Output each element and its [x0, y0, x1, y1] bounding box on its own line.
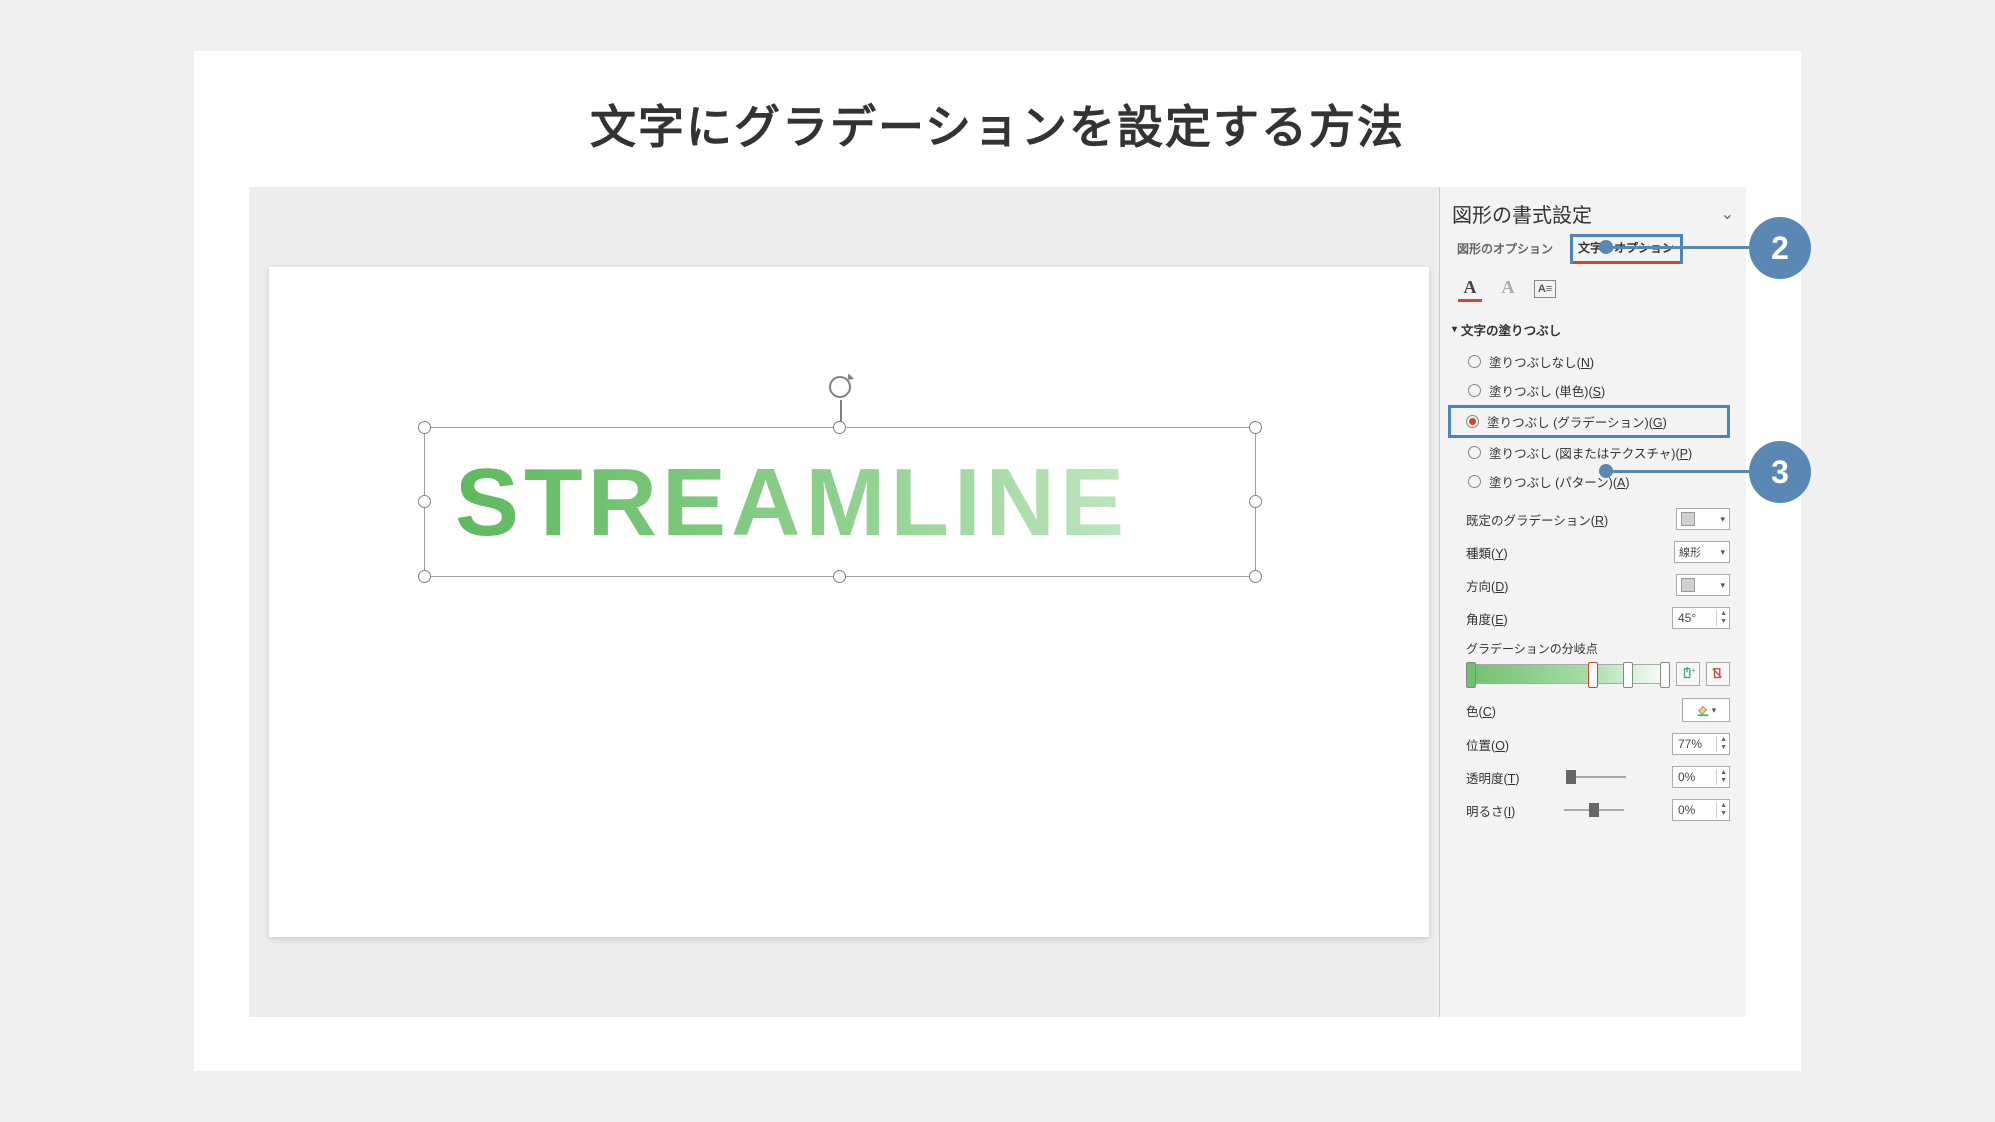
- tab-shape-options[interactable]: 図形のオプション: [1452, 237, 1558, 261]
- type-dropdown[interactable]: 線形▾: [1674, 541, 1730, 563]
- direction-dropdown[interactable]: ▾: [1676, 574, 1730, 596]
- text-outline-icon[interactable]: A: [1496, 276, 1520, 302]
- workspace: STREAMLINE 図形の書式設定 ⌄ 図形のオプション 文字のオプション A…: [249, 187, 1746, 1017]
- label-direction: 方向(D): [1466, 576, 1508, 595]
- rotate-handle-icon[interactable]: [829, 376, 851, 398]
- label-preset-gradient: 既定のグラデーション(R): [1466, 510, 1608, 529]
- gradient-stop-handle[interactable]: [1623, 662, 1633, 688]
- gradient-stop-handle[interactable]: [1466, 662, 1476, 688]
- radio-fill-solid[interactable]: 塗りつぶし (単色)(S): [1466, 376, 1734, 405]
- callout-badge-2: 2: [1749, 217, 1811, 279]
- gradient-stop-handle[interactable]: [1660, 662, 1670, 688]
- page-title: 文字にグラデーションを設定する方法: [249, 91, 1746, 157]
- color-dropdown[interactable]: ▾: [1682, 698, 1730, 722]
- resize-handle[interactable]: [833, 421, 846, 434]
- section-text-fill[interactable]: 文字の塗りつぶし: [1452, 320, 1734, 339]
- gradient-stop-handle[interactable]: [1588, 662, 1598, 688]
- add-stop-button[interactable]: +: [1676, 662, 1700, 686]
- collapse-panel-icon[interactable]: ⌄: [1721, 204, 1734, 224]
- transparency-slider[interactable]: [1566, 776, 1626, 778]
- callout-line: [1611, 470, 1751, 473]
- label-gradient-stops: グラデーションの分岐点: [1466, 640, 1730, 657]
- callout-line: [1611, 246, 1751, 249]
- transparency-spinner[interactable]: 0%▲▼: [1672, 766, 1730, 788]
- gradient-text-sample[interactable]: STREAMLINE: [425, 428, 1255, 578]
- resize-handle[interactable]: [833, 570, 846, 583]
- position-spinner[interactable]: 77%▲▼: [1672, 733, 1730, 755]
- resize-handle[interactable]: [418, 421, 431, 434]
- selected-textbox[interactable]: STREAMLINE: [424, 427, 1256, 577]
- resize-handle[interactable]: [1249, 570, 1262, 583]
- text-effects-icon[interactable]: A≡: [1534, 280, 1556, 298]
- label-color: 色(C): [1466, 701, 1496, 720]
- label-type: 種類(Y): [1466, 543, 1508, 562]
- tab-text-options[interactable]: 文字のオプション: [1570, 234, 1683, 264]
- label-brightness: 明るさ(I): [1466, 801, 1515, 820]
- text-fill-icon[interactable]: A: [1458, 276, 1482, 302]
- format-shape-panel: 図形の書式設定 ⌄ 図形のオプション 文字のオプション A A A≡ 文字の塗り…: [1439, 187, 1746, 1017]
- remove-stop-button[interactable]: [1706, 662, 1730, 686]
- callout-badge-3: 3: [1749, 441, 1811, 503]
- callout-dot: [1599, 240, 1613, 254]
- svg-text:+: +: [1692, 667, 1696, 675]
- angle-spinner[interactable]: 45°▲▼: [1672, 607, 1730, 629]
- canvas-area: STREAMLINE: [249, 187, 1439, 1017]
- brightness-spinner[interactable]: 0%▲▼: [1672, 799, 1730, 821]
- label-transparency: 透明度(T): [1466, 768, 1520, 787]
- resize-handle[interactable]: [1249, 421, 1262, 434]
- panel-title: 図形の書式設定: [1452, 199, 1592, 228]
- preset-gradient-dropdown[interactable]: ▾: [1676, 508, 1730, 530]
- radio-fill-gradient[interactable]: 塗りつぶし (グラデーション)(G): [1466, 411, 1722, 432]
- radio-fill-none[interactable]: 塗りつぶしなし(N): [1466, 347, 1734, 376]
- slide-canvas[interactable]: STREAMLINE: [269, 267, 1429, 937]
- resize-handle[interactable]: [418, 495, 431, 508]
- brightness-slider[interactable]: [1564, 809, 1624, 811]
- resize-handle[interactable]: [1249, 495, 1262, 508]
- resize-handle[interactable]: [418, 570, 431, 583]
- label-position: 位置(O): [1466, 735, 1509, 754]
- radio-fill-picture[interactable]: 塗りつぶし (図またはテクスチャ)(P): [1466, 438, 1734, 467]
- callout-dot: [1599, 464, 1613, 478]
- gradient-stops-track[interactable]: [1466, 664, 1670, 684]
- label-angle: 角度(E): [1466, 609, 1508, 628]
